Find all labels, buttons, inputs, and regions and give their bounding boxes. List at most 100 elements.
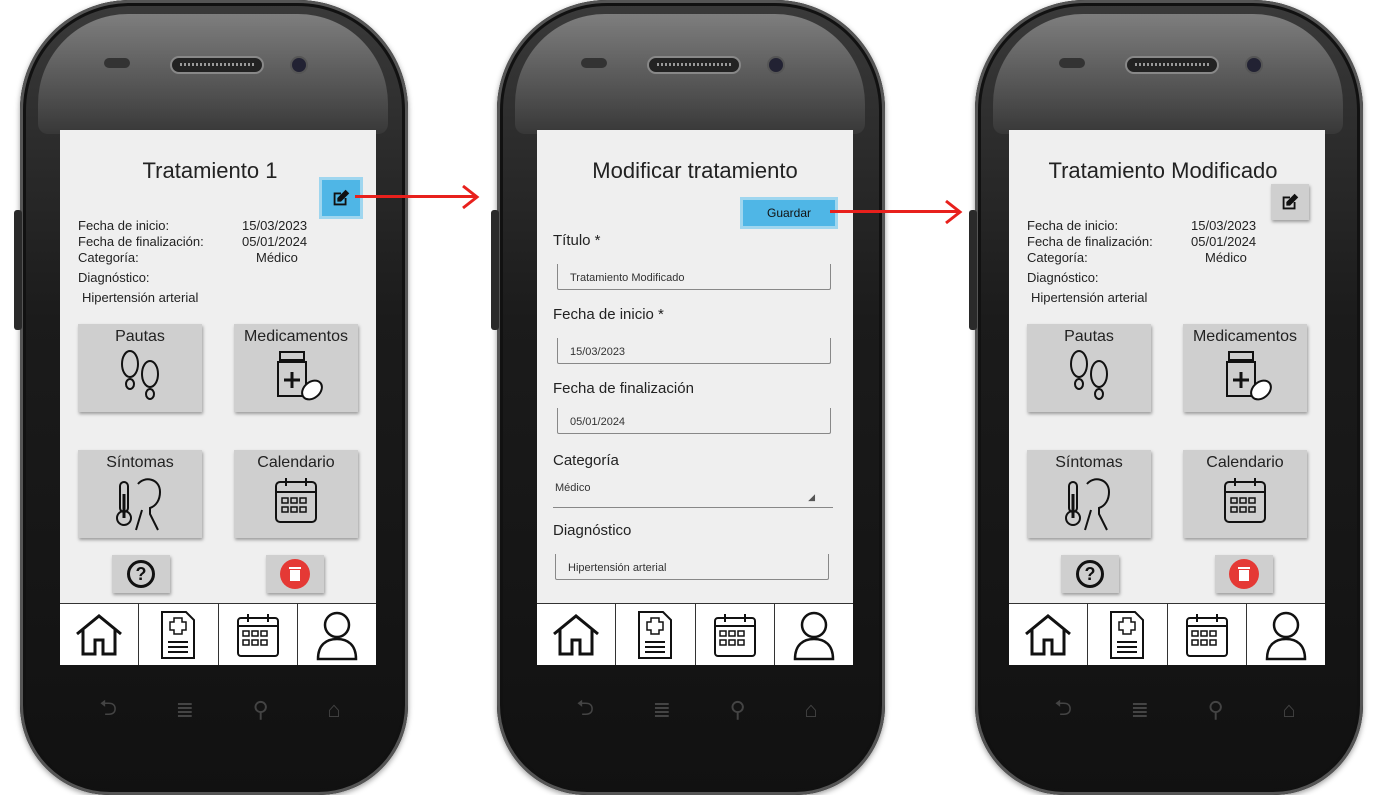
nav-home[interactable]	[60, 604, 140, 665]
nav-profile[interactable]	[775, 604, 853, 665]
nav-profile[interactable]	[1247, 604, 1325, 665]
start-date-value: 15/03/2023	[1191, 218, 1257, 233]
bottom-nav	[60, 603, 376, 665]
end-date-label: Fecha de finalización:	[1027, 234, 1153, 249]
medical-record-icon	[1110, 611, 1145, 659]
phone-camera	[1245, 56, 1263, 74]
title-field[interactable]: Tratamiento Modificado	[557, 264, 831, 290]
help-button[interactable]: ?	[112, 555, 170, 593]
side-button	[491, 210, 499, 330]
phone-camera	[767, 56, 785, 74]
treatment-detail-screen: Tratamiento 1 Fecha de inicio: 15/03/2023…	[60, 130, 376, 665]
calendar-icon	[236, 614, 279, 657]
nav-profile[interactable]	[298, 604, 376, 665]
phone-gloss	[993, 14, 1343, 134]
hardware-buttons: ⮌ ≣ ⚲ ⌂	[1025, 690, 1325, 730]
menu-icon[interactable]: ≣	[176, 697, 194, 723]
trash-icon	[280, 559, 310, 589]
diagnosis-field-label: Diagnóstico	[553, 522, 632, 539]
tile-label: Pautas	[1064, 328, 1114, 345]
tile-label: Calendario	[1206, 454, 1284, 471]
calendar-icon	[713, 614, 756, 657]
back-icon[interactable]: ⮌	[576, 691, 594, 729]
bottom-nav	[537, 603, 853, 665]
tile-label: Síntomas	[106, 454, 174, 471]
nav-calendar[interactable]	[219, 604, 298, 665]
nav-records[interactable]	[616, 604, 696, 665]
delete-button[interactable]	[266, 555, 324, 593]
edit-pencil-icon	[1282, 193, 1299, 210]
edit-button[interactable]	[1271, 184, 1309, 220]
home-outline-icon[interactable]: ⌂	[1282, 697, 1295, 723]
edit-button[interactable]	[322, 180, 360, 216]
medical-record-icon	[161, 611, 196, 659]
search-icon[interactable]: ⚲	[730, 697, 746, 723]
calendar-icon	[275, 478, 317, 523]
start-date-field[interactable]: 15/03/2023	[557, 338, 831, 364]
tile-sintomas[interactable]: Síntomas	[78, 450, 202, 538]
flow-arrow-2	[830, 199, 963, 225]
back-icon[interactable]: ⮌	[1054, 691, 1072, 729]
arrow-head-icon	[462, 184, 480, 210]
start-date-value: 15/03/2023	[242, 218, 308, 233]
end-date-field[interactable]: 05/01/2024	[557, 408, 831, 434]
nav-calendar[interactable]	[1168, 604, 1247, 665]
category-field-label: Categoría	[553, 452, 619, 469]
medicine-icon	[277, 351, 323, 401]
info-block: Fecha de inicio: 15/03/2023 Fecha de fina…	[78, 218, 376, 306]
diagnosis-label: Diagnóstico:	[1027, 270, 1099, 285]
menu-icon[interactable]: ≣	[1131, 697, 1149, 723]
nav-records[interactable]	[139, 604, 219, 665]
profile-icon	[793, 611, 835, 661]
nav-home[interactable]	[537, 604, 617, 665]
diagnosis-label: Diagnóstico:	[78, 270, 150, 285]
tile-label: Medicamentos	[243, 328, 349, 345]
flow-arrow-1	[355, 184, 480, 210]
diagnosis-value: Hipertensión arterial	[1031, 290, 1148, 305]
phone-camera	[290, 56, 308, 74]
home-outline-icon[interactable]: ⌂	[327, 697, 340, 723]
category-select-value: Médico	[555, 482, 591, 494]
search-icon[interactable]: ⚲	[253, 697, 269, 723]
tile-sintomas[interactable]: Síntomas	[1027, 450, 1151, 538]
diagnosis-field[interactable]: Hipertensión arterial	[555, 554, 829, 580]
start-date-label: Fecha de inicio:	[78, 218, 170, 233]
question-icon: ?	[1076, 560, 1104, 588]
nav-calendar[interactable]	[696, 604, 775, 665]
category-label: Categoría:	[78, 250, 139, 265]
phone-1: Tratamiento 1 Fecha de inicio: 15/03/2023…	[14, 0, 408, 795]
category-select[interactable]: Médico ◢	[553, 478, 833, 508]
trash-icon	[1229, 559, 1259, 589]
tile-pautas[interactable]: Pautas	[1027, 324, 1151, 412]
home-outline-icon[interactable]: ⌂	[804, 697, 817, 723]
start-date-label: Fecha de inicio:	[1027, 218, 1119, 233]
calendar-icon	[1185, 614, 1228, 657]
arrow-head-icon	[945, 199, 963, 225]
nav-records[interactable]	[1088, 604, 1168, 665]
help-button[interactable]: ?	[1061, 555, 1119, 593]
tile-calendario[interactable]: Calendario	[234, 450, 358, 538]
fever-icon	[116, 478, 162, 531]
category-value: Médico	[256, 250, 298, 265]
hardware-buttons: ⮌ ≣ ⚲ ⌂	[547, 690, 847, 730]
bottom-nav	[1009, 603, 1325, 665]
save-button[interactable]: Guardar	[743, 200, 835, 226]
nav-home[interactable]	[1009, 604, 1089, 665]
back-icon[interactable]: ⮌	[99, 691, 117, 729]
start-date-field-label: Fecha de inicio *	[553, 306, 664, 323]
delete-button[interactable]	[1215, 555, 1273, 593]
tile-calendario[interactable]: Calendario	[1183, 450, 1307, 538]
phone-3: Tratamiento Modificado Fecha de inicio: 1…	[969, 0, 1363, 795]
phone-gloss	[515, 14, 865, 134]
treatment-detail-screen: Tratamiento Modificado Fecha de inicio: 1…	[1009, 130, 1325, 665]
menu-icon[interactable]: ≣	[653, 697, 671, 723]
end-date-value: 05/01/2024	[242, 234, 308, 249]
tile-medicamentos[interactable]: Medicamentos	[234, 324, 358, 412]
tile-pautas[interactable]: Pautas	[78, 324, 202, 412]
page-title: Tratamiento Modificado	[1048, 158, 1278, 183]
tile-medicamentos[interactable]: Medicamentos	[1183, 324, 1307, 412]
search-icon[interactable]: ⚲	[1208, 697, 1224, 723]
home-icon	[76, 614, 123, 656]
calendar-icon	[1224, 478, 1266, 523]
side-button	[969, 210, 977, 330]
